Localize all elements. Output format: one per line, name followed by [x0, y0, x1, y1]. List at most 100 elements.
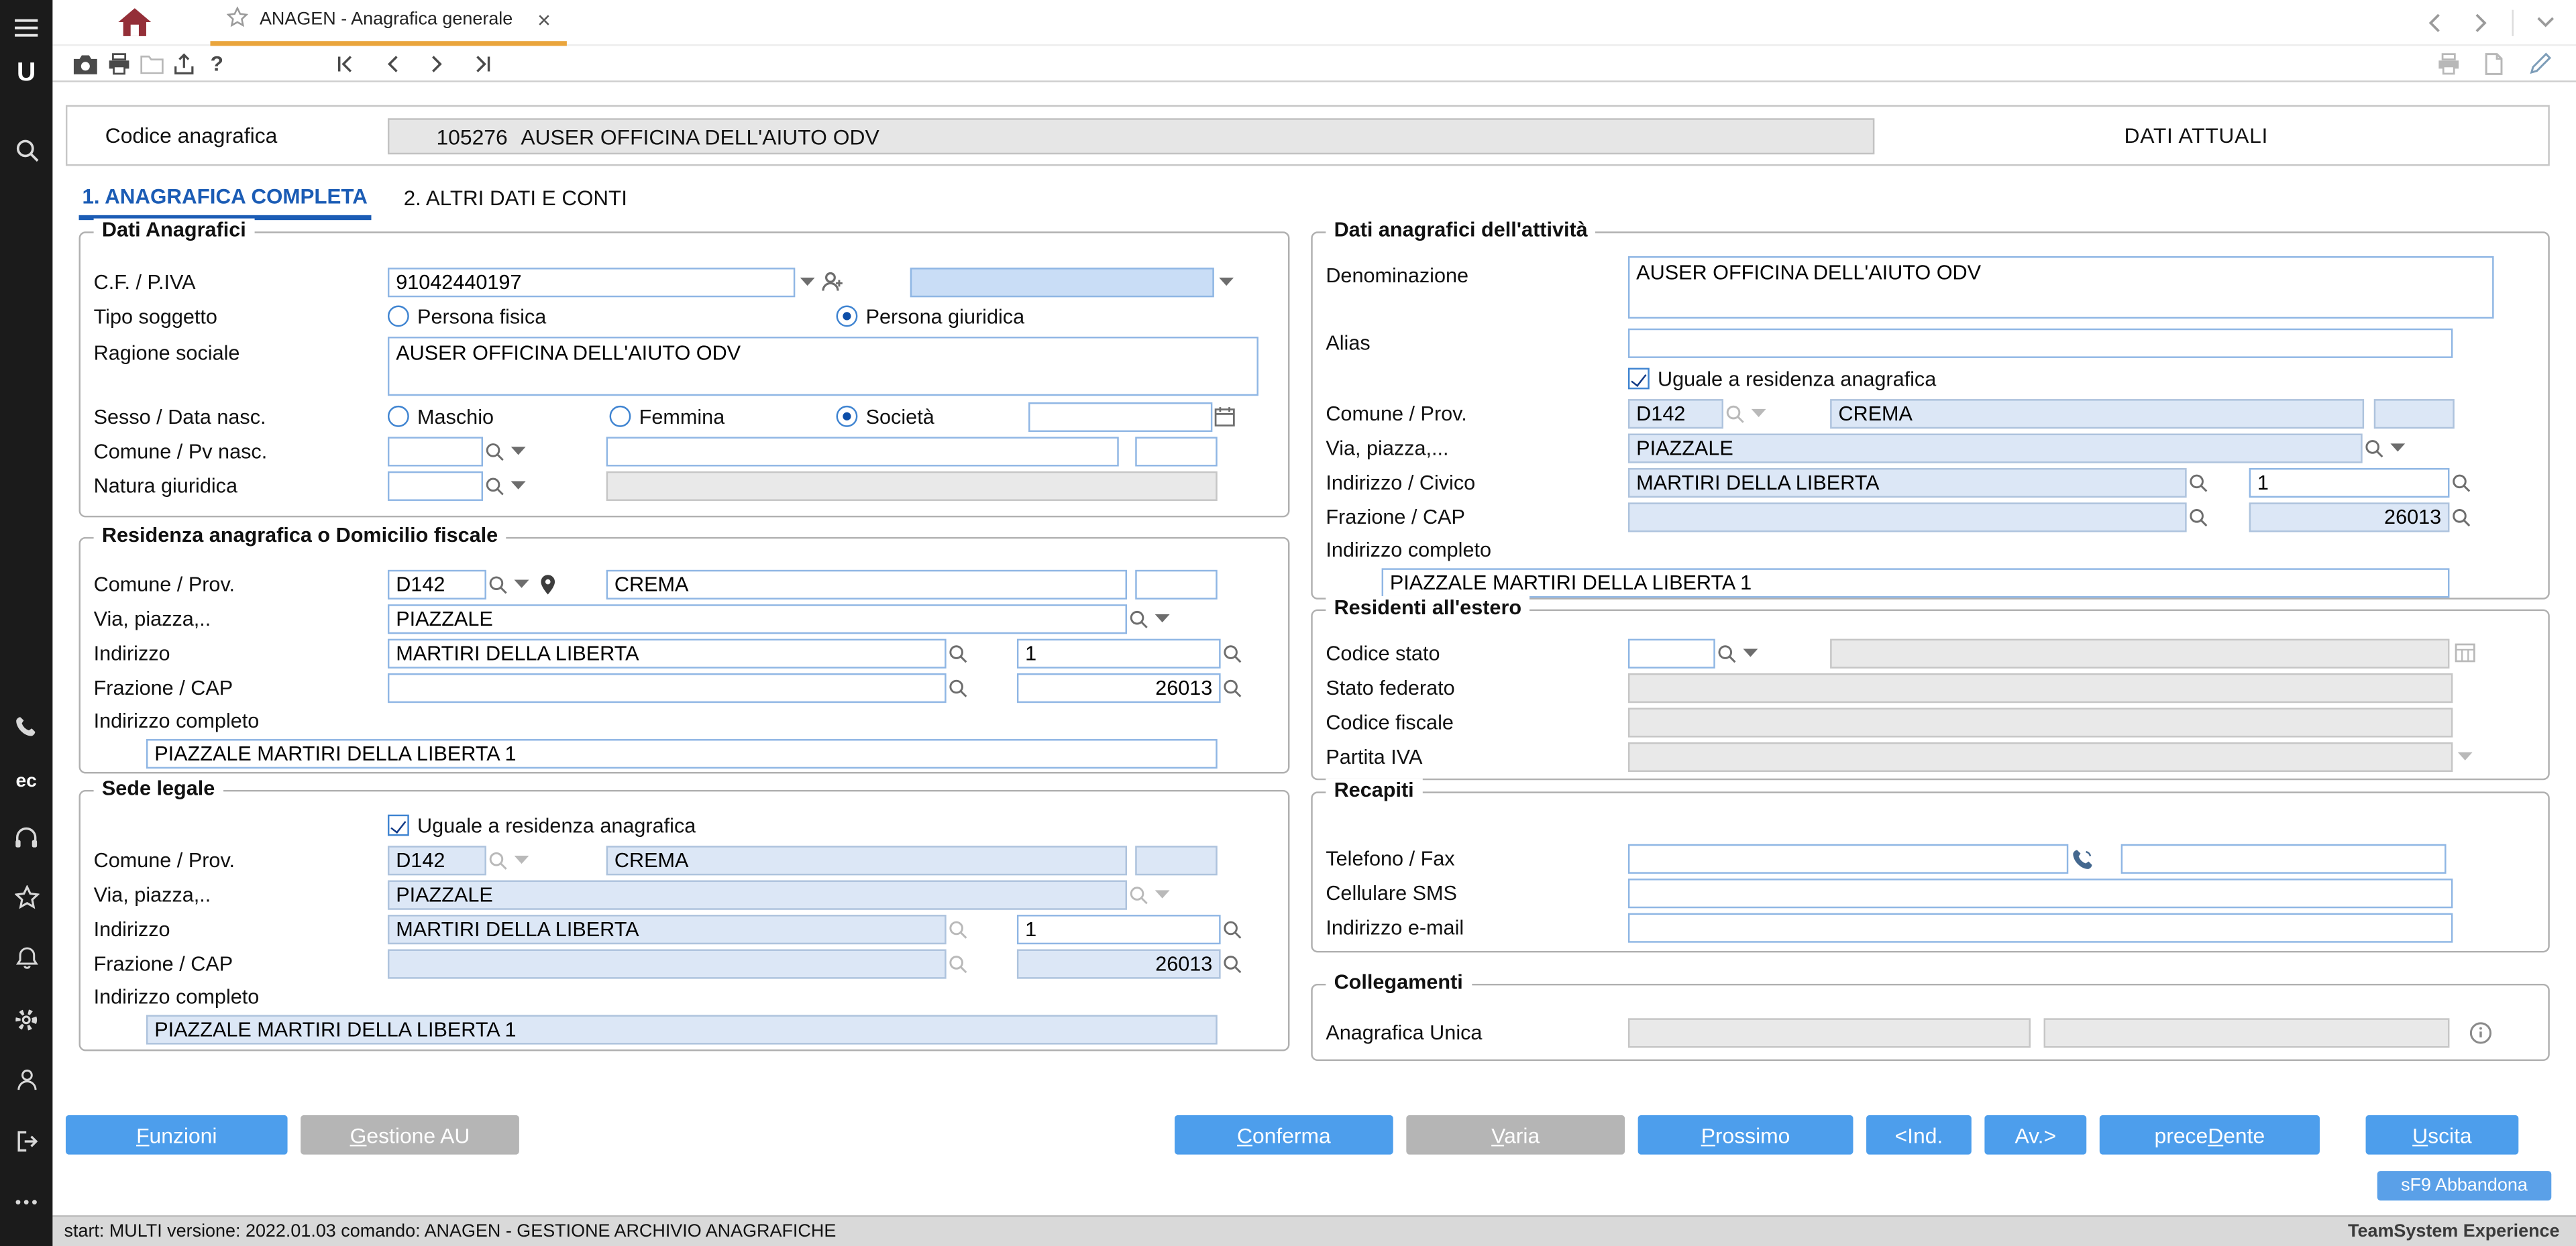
fax-input[interactable] — [2121, 844, 2447, 873]
natura-giuridica-code-input[interactable] — [388, 471, 483, 500]
phone-icon[interactable] — [2068, 845, 2098, 871]
pv-nasc-input[interactable] — [1135, 436, 1217, 465]
gear-icon[interactable] — [0, 998, 52, 1041]
alias-input[interactable] — [1628, 329, 2453, 358]
pencil-icon[interactable] — [2524, 48, 2557, 78]
tab-scroll-right-icon[interactable] — [2466, 7, 2496, 37]
chevron-down-icon[interactable] — [506, 472, 529, 498]
radio-femmina[interactable] — [610, 406, 631, 427]
help-icon[interactable]: ? — [201, 48, 233, 78]
ec-logo[interactable]: ec — [15, 764, 36, 797]
bell-icon[interactable] — [0, 938, 52, 980]
residenza-civico-input[interactable] — [1017, 638, 1221, 667]
search-icon[interactable] — [1221, 915, 1244, 942]
info-icon[interactable] — [2466, 1019, 2496, 1045]
nav-next-icon[interactable] — [421, 48, 453, 78]
tab-anagen[interactable]: ANAGEN - Anagrafica generale × — [210, 0, 567, 45]
chevron-down-icon[interactable] — [1214, 268, 1237, 294]
favorite-star-icon[interactable] — [227, 7, 248, 33]
residenza-via-input[interactable] — [388, 604, 1127, 633]
search-icon[interactable] — [483, 472, 506, 498]
search-icon[interactable] — [947, 674, 969, 700]
residenza-frazione-input[interactable] — [388, 673, 947, 702]
search-icon[interactable] — [0, 128, 52, 171]
home-icon[interactable] — [115, 4, 154, 40]
search-icon[interactable] — [2449, 504, 2472, 530]
prossimo-button[interactable]: Prossimo — [1638, 1115, 1854, 1155]
conferma-button[interactable]: Conferma — [1175, 1115, 1393, 1155]
ragione-sociale-textarea[interactable]: AUSER OFFICINA DELL'AIUTO ODV — [388, 337, 1258, 396]
chevron-down-icon[interactable] — [509, 571, 532, 597]
nav-prev-icon[interactable] — [374, 48, 407, 78]
search-icon[interactable] — [486, 571, 509, 597]
attivita-civico-input[interactable] — [2249, 467, 2450, 497]
abbandona-button[interactable]: sF9 Abbandona — [2377, 1171, 2552, 1200]
sede-civico-input[interactable] — [1017, 914, 1221, 944]
avanti-button[interactable]: Av.> — [1984, 1115, 2086, 1155]
tab-anagrafica-completa[interactable]: 1. ANAGRAFICA COMPLETA — [79, 176, 371, 220]
residenza-indirizzo-completo-field[interactable] — [146, 738, 1218, 768]
search-icon[interactable] — [1127, 605, 1150, 631]
radio-persona-giuridica[interactable] — [837, 306, 858, 327]
cf-secondary-input[interactable] — [910, 267, 1214, 296]
logout-icon[interactable] — [0, 1119, 52, 1162]
residenza-comune-input[interactable] — [606, 569, 1127, 599]
person-lookup-icon[interactable] — [818, 268, 848, 294]
chevron-down-icon[interactable] — [2385, 435, 2408, 461]
denominazione-textarea[interactable]: AUSER OFFICINA DELL'AIUTO ODV — [1628, 256, 2494, 319]
residenza-comune-code-input[interactable] — [388, 569, 486, 599]
data-nascita-input[interactable] — [1028, 402, 1212, 431]
codice-stato-input[interactable] — [1628, 638, 1715, 667]
print-icon[interactable] — [102, 48, 135, 78]
precedente-button[interactable]: preceDente — [2100, 1115, 2320, 1155]
attivita-indirizzo-completo-field[interactable] — [1382, 567, 2450, 597]
tab-altri-dati-e-conti[interactable]: 2. ALTRI DATI E CONTI — [400, 176, 631, 220]
chevron-down-icon[interactable] — [1150, 605, 1173, 631]
export-icon[interactable] — [168, 48, 201, 78]
gestione-au-button[interactable]: Gestione AU — [301, 1115, 519, 1155]
search-icon[interactable] — [1221, 950, 1244, 976]
star-icon[interactable] — [0, 876, 52, 919]
calendar-icon[interactable] — [1212, 403, 1235, 429]
radio-maschio[interactable] — [388, 406, 409, 427]
phone-contact-icon[interactable] — [0, 704, 52, 747]
search-icon[interactable] — [1715, 640, 1738, 666]
search-icon[interactable] — [483, 438, 506, 464]
comune-nasc-input[interactable] — [606, 436, 1119, 465]
chevron-down-icon[interactable] — [1738, 640, 1761, 666]
tab-list-chevron-down-icon[interactable] — [2530, 7, 2559, 37]
cf-piva-input[interactable] — [388, 267, 795, 296]
radio-societa[interactable] — [837, 406, 858, 427]
chevron-down-icon[interactable] — [795, 268, 818, 294]
comune-nasc-code-input[interactable] — [388, 436, 483, 465]
email-input[interactable] — [1628, 912, 2453, 942]
indietro-button[interactable]: <Ind. — [1866, 1115, 1972, 1155]
search-icon[interactable] — [2187, 469, 2210, 495]
search-icon[interactable] — [1221, 674, 1244, 700]
residenza-prov-input[interactable] — [1135, 569, 1217, 599]
nav-last-icon[interactable] — [467, 48, 500, 78]
headset-icon[interactable] — [0, 815, 52, 858]
search-icon[interactable] — [2363, 435, 2385, 461]
checkbox-uguale-residenza[interactable] — [1628, 368, 1650, 390]
funzioni-button[interactable]: Funzioni — [66, 1115, 288, 1155]
tab-scroll-left-icon[interactable] — [2420, 7, 2449, 37]
chevron-down-icon[interactable] — [506, 438, 529, 464]
search-icon[interactable] — [1221, 640, 1244, 666]
checkbox-uguale-residenza[interactable] — [388, 815, 409, 836]
close-tab-icon[interactable]: × — [537, 8, 551, 31]
hamburger-menu-icon[interactable] — [0, 7, 52, 50]
search-icon[interactable] — [2449, 469, 2472, 495]
cellulare-input[interactable] — [1628, 878, 2453, 907]
map-pin-icon[interactable] — [532, 571, 561, 597]
camera-icon[interactable] — [69, 48, 102, 78]
residenza-cap-input[interactable] — [1017, 673, 1221, 702]
search-icon[interactable] — [947, 640, 969, 666]
ellipsis-icon[interactable] — [0, 1180, 52, 1223]
radio-persona-fisica[interactable] — [388, 306, 409, 327]
user-icon[interactable] — [0, 1059, 52, 1102]
search-icon[interactable] — [2187, 504, 2210, 530]
nav-first-icon[interactable] — [329, 48, 362, 78]
uscita-button[interactable]: Uscita — [2366, 1115, 2519, 1155]
varia-button[interactable]: Varia — [1406, 1115, 1625, 1155]
